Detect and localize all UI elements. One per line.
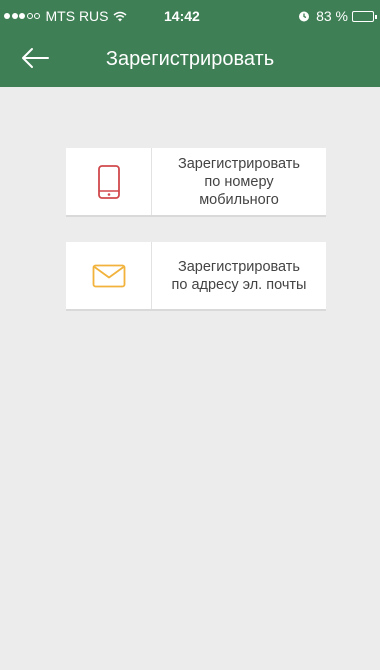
nav-bar: Зарегистрировать [0,30,380,87]
alarm-clock-icon [299,11,310,22]
option-label-line: Зарегистрировать [177,258,300,275]
option-label: Зарегистрировать по номеру мобильного [152,148,326,215]
option-icon-cell [66,242,152,309]
battery-percent: 83 % [316,8,348,24]
envelope-icon [92,264,125,287]
option-label-line: Зарегистрировать [177,155,300,172]
page-title: Зарегистрировать [105,48,275,70]
carrier-name: MTS RUS [45,8,109,24]
status-time: 14:42 [164,8,200,24]
option-label-line: мобильного [199,191,279,208]
status-left: MTS RUS [4,8,127,24]
battery-icon [352,10,377,22]
register-by-email-button[interactable]: Зарегистрировать по адресу эл. почты [66,242,326,311]
status-right: 83 % [298,8,377,24]
option-label-line: по номеру [204,173,274,190]
option-icon-cell [66,148,152,215]
option-label-line: по адресу эл. почты [171,276,307,293]
option-label: Зарегистрировать по адресу эл. почты [152,242,326,309]
register-by-phone-button[interactable]: Зарегистрировать по номеру мобильного [66,148,326,217]
top-bar: MTS RUS 14:42 83 % Зарегистрировать [0,0,380,87]
mobile-phone-icon [97,164,120,199]
signal-dots-icon [4,13,42,19]
wifi-icon [113,11,126,21]
status-bar: MTS RUS 14:42 83 % [0,0,380,30]
